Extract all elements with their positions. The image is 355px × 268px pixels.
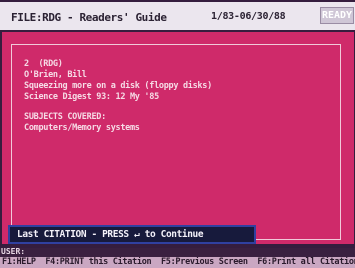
user-prompt: USER: [1, 247, 26, 256]
status-bar: FILE:RDG - Readers' Guide 1/83-06/30/88 … [0, 2, 355, 30]
mode-indicator: READY [320, 7, 354, 24]
function-key-bar: F1:HELP F4:PRINT this Citation F5:Previo… [0, 257, 355, 268]
record-number: 2 (RDG) [24, 59, 63, 69]
user-prompt-row[interactable]: USER: [0, 247, 355, 257]
file-title: FILE:RDG - Readers' Guide [11, 11, 167, 24]
citation-panel: 2 (RDG) O'Brien, Bill Squeezing more on … [2, 32, 354, 244]
date-range: 1/83-06/30/88 [211, 11, 286, 22]
subjects-value: Computers/Memory systems [24, 123, 140, 133]
terminal-screen: FILE:RDG - Readers' Guide 1/83-06/30/88 … [0, 0, 355, 268]
continue-message: Last CITATION - PRESS ↵ to Continue [17, 229, 204, 240]
record-author: O'Brien, Bill [24, 70, 87, 80]
continue-message-bar[interactable]: Last CITATION - PRESS ↵ to Continue [8, 225, 256, 244]
record-title: Squeezing more on a disk (floppy disks) [24, 81, 212, 91]
subjects-heading: SUBJECTS COVERED: [24, 112, 106, 122]
record-source: Science Digest 93: 12 My '85 [24, 92, 159, 102]
function-key-legend[interactable]: F1:HELP F4:PRINT this Citation F5:Previo… [2, 257, 355, 267]
